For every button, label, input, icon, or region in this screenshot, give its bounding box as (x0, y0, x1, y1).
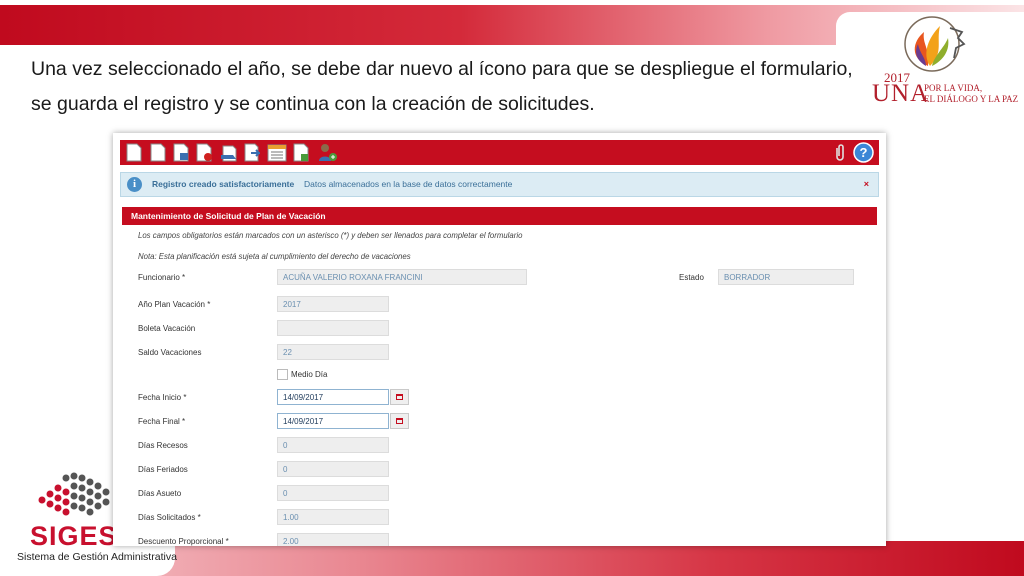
fecha-final-calendar-button[interactable] (390, 413, 409, 429)
calendar-icon (396, 394, 403, 400)
app-screenshot: ? i Registro creado satisfactoriamente D… (113, 133, 886, 546)
una-tagline-2: EL DIÁLOGO Y LA PAZ (924, 94, 1019, 104)
sigesa-dots-icon (38, 472, 110, 516)
medio-dia-label: Medio Día (291, 370, 328, 379)
estado-field: BORRADOR (718, 269, 854, 285)
calendar-list-icon[interactable] (267, 143, 287, 162)
solicitados-label: Días Solicitados * (138, 513, 201, 522)
plan-note: Nota: Esta planificación está sujeta al … (138, 252, 411, 261)
caption-line-1: Una vez seleccionado el año, se debe dar… (31, 58, 853, 80)
recesos-label: Días Recesos (138, 441, 188, 450)
fecha-final-label: Fecha Final * (138, 417, 186, 426)
svg-text:?: ? (860, 145, 868, 160)
alert-message: Datos almacenados en la base de datos co… (304, 179, 513, 189)
sigesa-subtitle: Sistema de Gestión Administrativa (17, 551, 177, 563)
alert-title: Registro creado satisfactoriamente (152, 179, 295, 189)
help-icon[interactable]: ? (853, 142, 874, 163)
anio-plan-field: 2017 (277, 296, 389, 312)
panel-header: Mantenimiento de Solicitud de Plan de Va… (122, 207, 877, 225)
asueto-label: Días Asueto (138, 489, 182, 498)
medio-dia-checkbox[interactable] (277, 369, 288, 380)
report-icon[interactable] (292, 143, 310, 162)
panel-title: Mantenimiento de Solicitud de Plan de Va… (131, 211, 326, 221)
fecha-inicio-calendar-button[interactable] (390, 389, 409, 405)
fecha-final-input[interactable]: 14/09/2017 (277, 413, 389, 429)
slide-caption: Una vez seleccionado el año, se debe dar… (31, 52, 861, 122)
print-icon[interactable] (220, 143, 238, 162)
calendar-icon (396, 418, 403, 424)
save-document-icon[interactable] (172, 143, 190, 162)
success-alert: i Registro creado satisfactoriamente Dat… (120, 172, 879, 197)
toolbar: ? (120, 140, 879, 165)
boleta-label: Boleta Vacación (138, 324, 196, 333)
descuento-field: 2.00 (277, 533, 389, 546)
descuento-label: Descuento Proporcional * (138, 537, 229, 546)
anio-plan-label: Año Plan Vacación * (138, 300, 211, 309)
saldo-label: Saldo Vacaciones (138, 348, 202, 357)
asueto-field: 0 (277, 485, 389, 501)
funcionario-field: ACUÑA VALERIO ROXANA FRANCINI (277, 269, 527, 285)
blank-page-icon[interactable] (149, 143, 167, 162)
recesos-field: 0 (277, 437, 389, 453)
una-logo: 2017 UNA POR LA VIDA, EL DIÁLOGO Y LA PA… (870, 14, 1019, 107)
fecha-inicio-label: Fecha Inicio * (138, 393, 187, 402)
attachment-icon[interactable] (830, 142, 851, 163)
una-flame-emblem-icon (904, 16, 966, 72)
add-user-icon[interactable] (318, 143, 338, 162)
solicitados-field: 1.00 (277, 509, 389, 525)
funcionario-label: Funcionario * (138, 273, 186, 282)
export-icon[interactable] (242, 143, 260, 162)
feriados-field: 0 (277, 461, 389, 477)
caption-line-2: se guarda el registro y se continua con … (31, 93, 595, 115)
una-word: UNA (872, 80, 930, 107)
feriados-label: Días Feriados (138, 465, 188, 474)
delete-document-icon[interactable] (195, 143, 213, 162)
fecha-inicio-input[interactable]: 14/09/2017 (277, 389, 389, 405)
boleta-field (277, 320, 389, 336)
estado-label: Estado (679, 273, 704, 282)
info-icon: i (127, 177, 142, 192)
saldo-field: 22 (277, 344, 389, 360)
alert-close-button[interactable]: × (864, 179, 869, 189)
new-document-icon[interactable] (125, 143, 143, 162)
required-fields-note: Los campos obligatorios están marcados c… (138, 231, 523, 240)
una-tagline-1: POR LA VIDA, (924, 83, 983, 93)
